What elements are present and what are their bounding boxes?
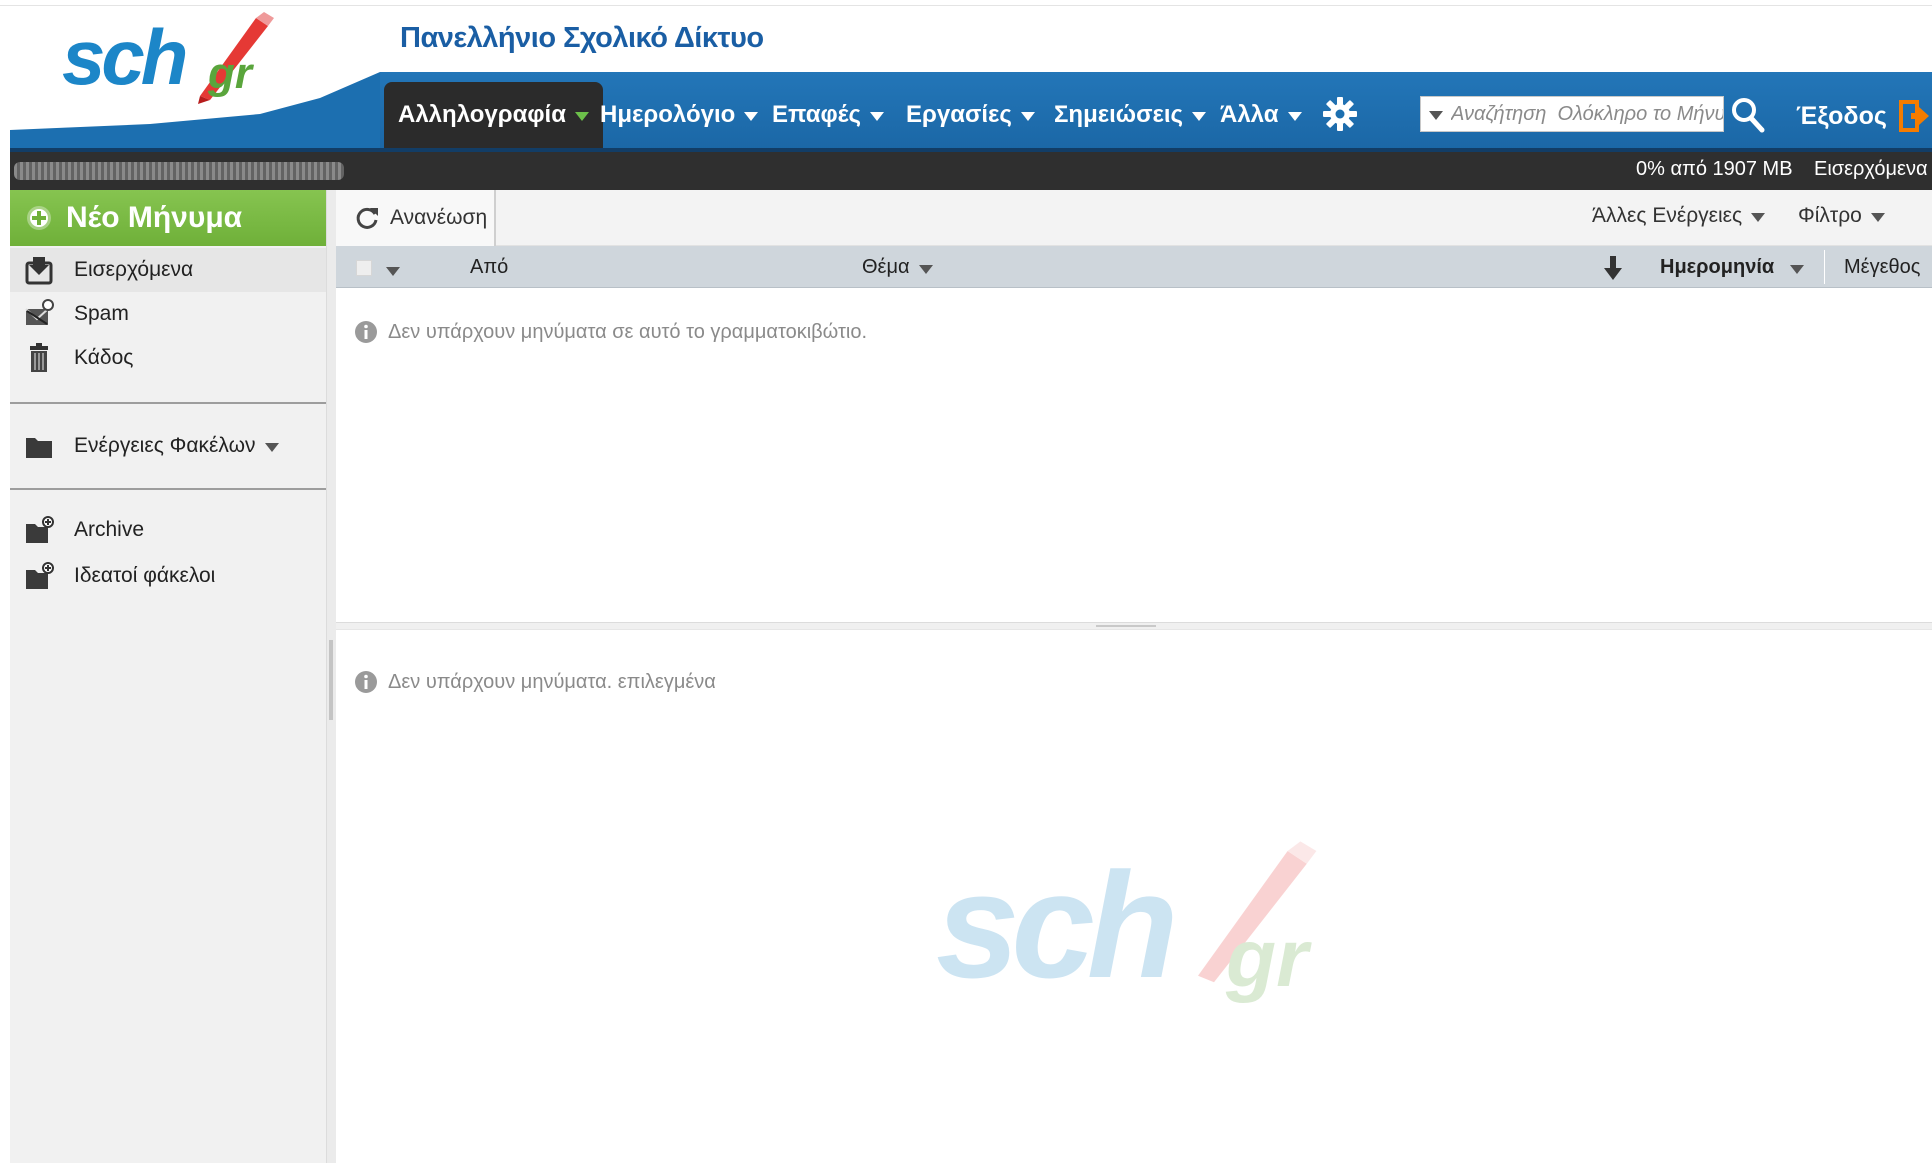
other-actions-label: Άλλες Ενέργειες [1592, 204, 1743, 227]
chevron-down-icon [869, 112, 884, 121]
plus-circle-icon [27, 206, 51, 230]
folder-actions-menu[interactable]: Ενέργειες Φακέλων [10, 424, 326, 468]
gear-icon[interactable] [1322, 96, 1358, 132]
nav-calendar[interactable]: Ημερολόγιο [586, 82, 772, 148]
sidebar-item-trash[interactable]: Κάδος [10, 336, 326, 380]
sidebar-item-inbox[interactable]: Εισερχόμενα [10, 248, 326, 292]
watermark-suffix-text: gr [1226, 913, 1308, 1004]
refresh-label: Ανανέωση [390, 206, 488, 229]
logout-icon [1898, 100, 1929, 132]
chevron-down-icon [264, 443, 279, 452]
nav-notes-label: Σημειώσεις [1054, 101, 1184, 128]
sidebar-item-label: Spam [74, 302, 129, 325]
empty-preview-text: Δεν υπάρχουν μηνύματα. επιλεγμένα [388, 670, 716, 693]
chevron-down-icon [1751, 213, 1766, 222]
chevron-down-icon[interactable] [386, 267, 400, 276]
column-subject-label: Θέμα [862, 256, 910, 278]
sidebar-item-virtual-folders[interactable]: Ιδεατοί φάκελοι [10, 554, 326, 598]
chevron-down-icon [1870, 213, 1885, 222]
nav-calendar-label: Ημερολόγιο [600, 101, 736, 128]
sidebar-item-label: Εισερχόμενα [74, 258, 194, 281]
filter-menu[interactable]: Φίλτρο [1798, 204, 1885, 228]
refresh-icon [356, 207, 378, 229]
message-list-header: Από Θέμα Ημερομηνία Μέγεθος [336, 246, 1932, 288]
folder-add-icon [26, 516, 54, 543]
chevron-down-icon [1790, 264, 1805, 274]
logout-button[interactable]: Έξοδος [1796, 96, 1929, 136]
chevron-down-icon [744, 112, 759, 121]
logo-suffix-text: gr [208, 49, 252, 98]
chevron-down-icon [1429, 111, 1443, 120]
nav-contacts[interactable]: Επαφές [758, 82, 898, 148]
sidebar-item-spam[interactable]: Spam [10, 292, 326, 336]
chevron-down-icon [918, 264, 933, 274]
nav-mail[interactable]: Αλληλογραφία [384, 82, 603, 148]
status-bar: 0% από 1907 MB Εισερχόμενα [10, 152, 1932, 190]
nav-notes[interactable]: Σημειώσεις [1040, 82, 1220, 148]
nav-tasks-label: Εργασίες [906, 101, 1012, 128]
nav-other[interactable]: Άλλα [1206, 82, 1316, 148]
column-date-label: Ημερομηνία [1660, 256, 1775, 278]
chevron-down-icon [1020, 112, 1035, 121]
column-separator [1824, 250, 1825, 284]
search-input[interactable] [1451, 98, 1723, 130]
inbox-icon [25, 257, 53, 285]
quota-text: 0% από 1907 MB [1636, 158, 1793, 180]
column-size-label: Μέγεθος [1844, 256, 1921, 278]
column-date[interactable]: Ημερομηνία [1660, 256, 1805, 279]
sidebar-item-label: Ιδεατοί φάκελοι [74, 564, 216, 587]
other-actions-menu[interactable]: Άλλες Ενέργειες [1592, 204, 1766, 228]
column-from-label: Από [470, 256, 509, 278]
new-message-button[interactable]: Νέο Μήνυμα [10, 190, 326, 246]
watermark-main-text: sch [936, 841, 1179, 1009]
empty-preview-notice: Δεν υπάρχουν μηνύματα. επιλεγμένα [354, 670, 716, 694]
sidebar-grip[interactable] [329, 640, 333, 720]
info-icon [355, 321, 377, 343]
column-from[interactable]: Από [470, 256, 508, 279]
current-folder-text: Εισερχόμενα [1814, 158, 1928, 180]
message-toolbar: Ανανέωση Άλλες Ενέργειες Φίλτρο [336, 190, 1932, 246]
refresh-button[interactable]: Ανανέωση [336, 190, 496, 246]
column-subject[interactable]: Θέμα [862, 256, 933, 279]
logo-main-text: sch [62, 13, 188, 101]
trash-icon [30, 343, 48, 372]
watermark-logo: sch gr [936, 830, 1356, 1010]
site-title: Πανελλήνιο Σχολικό Δίκτυο [400, 22, 764, 54]
empty-list-notice: Δεν υπάρχουν μηνύματα σε αυτό το γραμματ… [354, 320, 867, 344]
search-icon[interactable] [1730, 96, 1766, 134]
nav-other-label: Άλλα [1220, 101, 1279, 128]
column-size[interactable]: Μέγεθος [1844, 256, 1920, 279]
folder-add-icon [26, 562, 54, 589]
mail-app: Αλληλογραφία Ημερολόγιο Επαφές Εργασίες … [0, 0, 1932, 1163]
sidebar-item-archive[interactable]: Archive [10, 508, 326, 552]
spam-icon [25, 299, 54, 325]
nav-contacts-label: Επαφές [772, 101, 861, 128]
pane-splitter[interactable] [336, 622, 1932, 630]
logout-label: Έξοδος [1796, 101, 1887, 130]
sidebar-divider [10, 402, 326, 404]
filter-label: Φίλτρο [1798, 204, 1862, 227]
sidebar: Νέο Μήνυμα Εισερχόμενα Spam Κάδος Ενέργε… [10, 190, 326, 1163]
search-box [1420, 96, 1724, 132]
splitter-grip [1096, 625, 1156, 627]
nav-tasks[interactable]: Εργασίες [892, 82, 1049, 148]
sidebar-divider [10, 488, 326, 490]
sort-descending-icon[interactable] [1602, 254, 1624, 282]
search-options-dropdown[interactable] [1421, 108, 1451, 120]
nav-mail-label: Αλληλογραφία [398, 101, 566, 128]
folder-icon [26, 438, 52, 458]
chevron-down-icon [1192, 112, 1207, 121]
message-pane: Ανανέωση Άλλες Ενέργειες Φίλτρο Από Θέμα [336, 190, 1932, 1163]
sidebar-item-label: Κάδος [74, 346, 134, 369]
folder-actions-label: Ενέργειες Φακέλων [74, 434, 256, 457]
select-all-checkbox[interactable] [356, 260, 372, 276]
new-message-label: Νέο Μήνυμα [66, 201, 243, 234]
sch-logo[interactable]: sch gr [62, 8, 274, 104]
chevron-down-icon [1287, 112, 1302, 121]
sidebar-item-label: Archive [74, 518, 145, 541]
user-name-redacted [14, 162, 344, 180]
info-icon [355, 671, 377, 693]
empty-list-text: Δεν υπάρχουν μηνύματα σε αυτό το γραμματ… [388, 320, 867, 343]
